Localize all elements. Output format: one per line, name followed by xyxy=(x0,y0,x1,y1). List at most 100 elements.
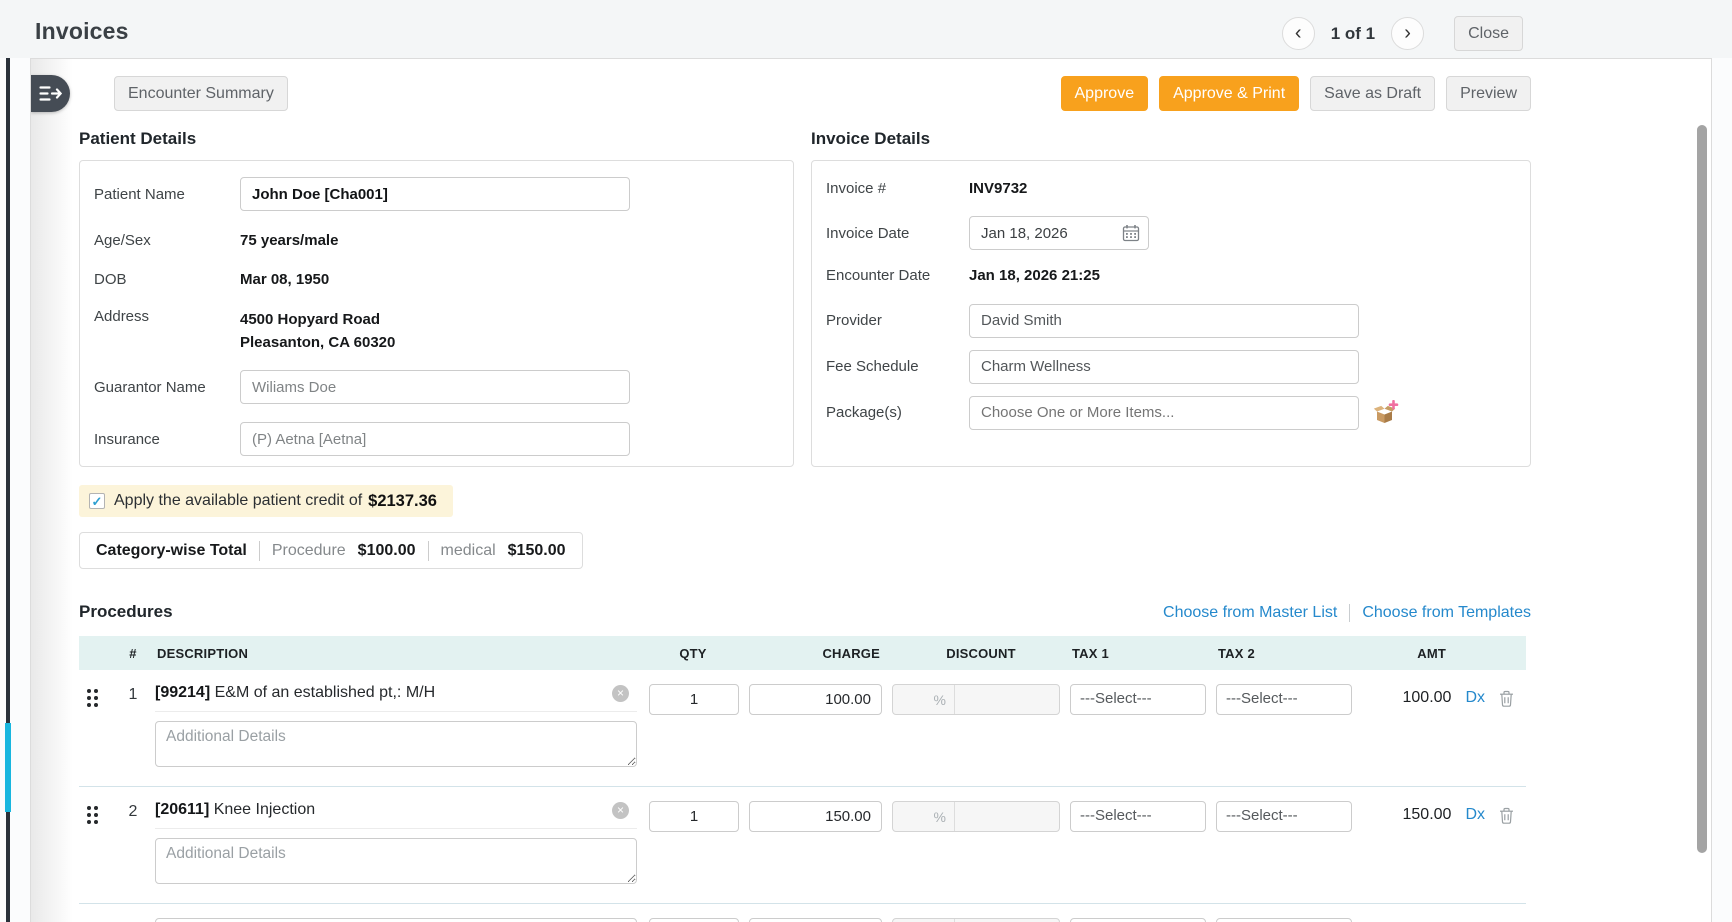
invoice-number-value: INV9732 xyxy=(969,177,1027,200)
description-cell: [20611] Knee Injection × xyxy=(155,797,637,889)
tax1-select[interactable]: ---Select--- xyxy=(1070,684,1206,715)
discount-cell xyxy=(892,801,1070,832)
discount-group xyxy=(892,684,1060,715)
discount-percent-input[interactable] xyxy=(893,685,955,714)
dx-link[interactable]: Dx xyxy=(1465,689,1485,707)
expand-sidebar-icon xyxy=(39,85,62,102)
save-as-draft-button[interactable]: Save as Draft xyxy=(1310,76,1435,111)
invoices-screen: Invoices ‹ 1 of 1 › Close Encounter Summ… xyxy=(0,0,1732,922)
dx-link[interactable]: Dx xyxy=(1465,806,1485,824)
procedures-table-header: # DESCRIPTION QTY CHARGE DISCOUNT TAX 1 … xyxy=(79,636,1526,670)
left-nav-rail xyxy=(6,28,10,922)
qty-cell xyxy=(637,918,749,922)
preview-button[interactable]: Preview xyxy=(1446,76,1531,111)
chevron-left-icon: ‹ xyxy=(1283,18,1314,48)
patient-name-row: Patient Name xyxy=(94,177,775,211)
discount-amount-input[interactable] xyxy=(955,685,1060,714)
additional-details-textarea[interactable] xyxy=(155,838,637,884)
approve-print-button[interactable]: Approve & Print xyxy=(1159,76,1299,111)
calendar-icon[interactable] xyxy=(1122,224,1140,242)
approve-button[interactable]: Approve xyxy=(1061,76,1149,111)
expand-sidebar-button[interactable] xyxy=(31,75,70,112)
procedure-description-input[interactable] xyxy=(155,918,637,922)
left-rail-scroll-indicator[interactable] xyxy=(5,723,11,812)
dob-label: DOB xyxy=(94,271,240,288)
procedure-row: 1 [99214] E&M of an established pt,: M/H… xyxy=(79,670,1526,786)
discount-cell xyxy=(892,684,1070,715)
col-num: # xyxy=(111,646,155,661)
charge-input[interactable] xyxy=(749,684,882,715)
invoice-date-field[interactable] xyxy=(969,216,1149,250)
fee-schedule-input[interactable] xyxy=(969,350,1359,384)
fee-schedule-row: Fee Schedule xyxy=(826,350,1512,384)
pagination-label: 1 of 1 xyxy=(1327,24,1379,44)
charge-cell xyxy=(749,684,892,715)
clear-procedure-icon[interactable]: × xyxy=(612,802,629,819)
amount-cell: 150.00 Dx xyxy=(1362,797,1526,824)
packages-row: Package(s) xyxy=(826,396,1512,430)
charge-cell xyxy=(749,918,892,922)
age-sex-row: Age/Sex 75 years/male xyxy=(94,229,775,252)
discount-percent-input[interactable] xyxy=(893,802,955,831)
panel-left-gutter xyxy=(31,59,73,922)
row-number: 2 xyxy=(111,803,155,821)
clear-procedure-icon[interactable]: × xyxy=(612,685,629,702)
procedure-row: 3 ---Select--- ---Select--- xyxy=(79,903,1526,922)
patient-details-section: Patient Details Patient Name Age/Sex 75 … xyxy=(79,129,794,471)
charge-input[interactable] xyxy=(749,918,882,922)
tax2-cell: ---Select--- xyxy=(1216,918,1362,922)
trash-icon[interactable] xyxy=(1499,807,1514,824)
apply-credit-checkbox[interactable]: ✓ xyxy=(89,493,105,509)
invoice-date-input[interactable] xyxy=(981,225,1122,242)
qty-input[interactable] xyxy=(649,801,739,832)
drag-handle-icon[interactable] xyxy=(87,806,98,824)
close-button[interactable]: Close xyxy=(1454,16,1523,51)
insurance-row: Insurance xyxy=(94,422,775,456)
guarantor-name-input[interactable] xyxy=(240,370,630,404)
checkmark-icon: ✓ xyxy=(92,495,103,508)
guarantor-label: Guarantor Name xyxy=(94,379,240,396)
tax2-select[interactable]: ---Select--- xyxy=(1216,801,1352,832)
description-cell xyxy=(155,914,637,922)
category-total-bar: Category-wise Total Procedure $100.00 me… xyxy=(79,532,583,569)
col-description: DESCRIPTION xyxy=(155,646,637,661)
next-invoice-button[interactable]: › xyxy=(1391,17,1424,50)
amount-cell: 0.00 Dx xyxy=(1362,914,1526,922)
address-line2: Pleasanton, CA 60320 xyxy=(240,331,395,354)
discount-amount-input[interactable] xyxy=(955,802,1060,831)
provider-input[interactable] xyxy=(969,304,1359,338)
col-amt: AMT xyxy=(1362,646,1526,661)
tax2-select[interactable]: ---Select--- xyxy=(1216,918,1352,922)
procedure-links: Choose from Master List Choose from Temp… xyxy=(1163,604,1531,622)
toolbar: Encounter Summary Approve Approve & Prin… xyxy=(79,76,1531,111)
tax1-select[interactable]: ---Select--- xyxy=(1070,918,1206,922)
amount-value: 150.00 xyxy=(1397,806,1451,824)
tax1-select[interactable]: ---Select--- xyxy=(1070,801,1206,832)
provider-row: Provider xyxy=(826,304,1512,338)
encounter-date-row: Encounter Date Jan 18, 2026 21:25 xyxy=(826,264,1512,287)
encounter-summary-button[interactable]: Encounter Summary xyxy=(114,76,288,111)
discount-cell xyxy=(892,918,1070,922)
choose-templates-link[interactable]: Choose from Templates xyxy=(1362,604,1531,622)
add-package-icon[interactable] xyxy=(1373,400,1400,425)
patient-credit-bar: ✓ Apply the available patient credit of … xyxy=(79,485,453,517)
qty-input[interactable] xyxy=(649,684,739,715)
scrollbar-thumb[interactable] xyxy=(1697,125,1707,853)
page-title: Invoices xyxy=(35,18,129,45)
charge-input[interactable] xyxy=(749,801,882,832)
discount-group xyxy=(892,918,1060,922)
guarantor-row: Guarantor Name xyxy=(94,370,775,404)
packages-input[interactable] xyxy=(969,396,1359,430)
drag-handle-icon[interactable] xyxy=(87,689,98,707)
trash-icon[interactable] xyxy=(1499,690,1514,707)
choose-master-list-link[interactable]: Choose from Master List xyxy=(1163,604,1337,622)
additional-details-textarea[interactable] xyxy=(155,721,637,767)
encounter-date-label: Encounter Date xyxy=(826,267,969,284)
qty-input[interactable] xyxy=(649,918,739,922)
packages-field-group xyxy=(969,396,1400,430)
tax2-select[interactable]: ---Select--- xyxy=(1216,684,1352,715)
prev-invoice-button[interactable]: ‹ xyxy=(1282,17,1315,50)
patient-name-input[interactable] xyxy=(240,177,630,211)
insurance-input[interactable] xyxy=(240,422,630,456)
tax1-cell: ---Select--- xyxy=(1070,918,1216,922)
